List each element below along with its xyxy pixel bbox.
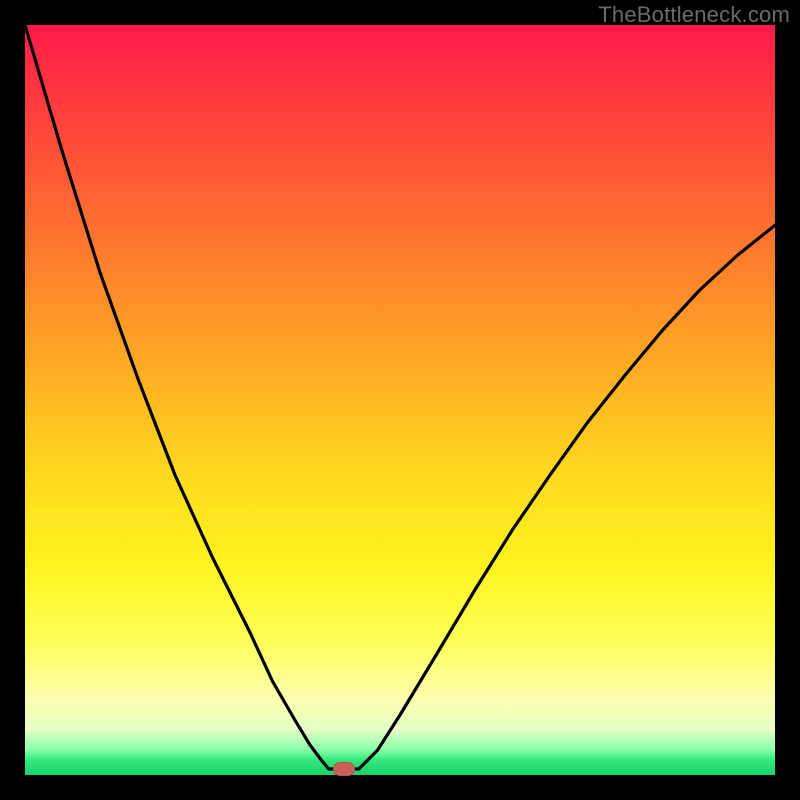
optimum-marker [333,762,355,776]
chart-frame: TheBottleneck.com [0,0,800,800]
curve-path [25,25,775,769]
bottleneck-curve [25,25,775,775]
plot-area [25,25,775,775]
